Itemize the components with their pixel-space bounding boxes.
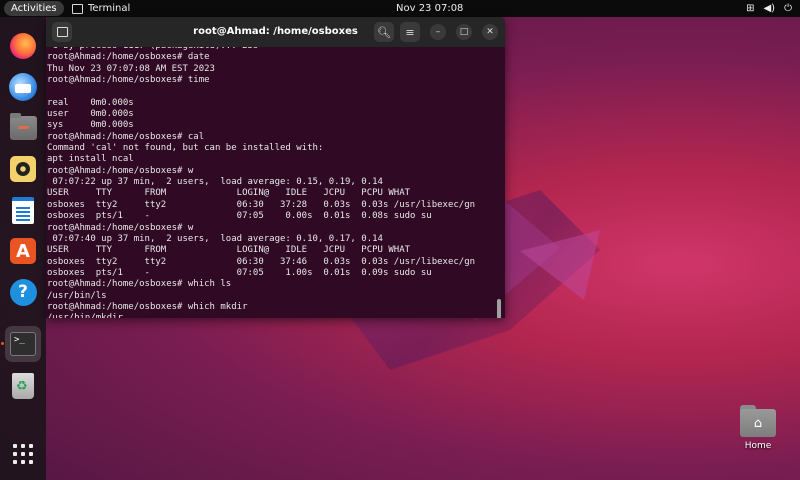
terminal-line: ^C by process 1117 (packagekitd)... 23s <box>47 47 258 51</box>
terminal-line: root@Ahmad:/home/osboxes# w <box>47 222 194 233</box>
terminal-line: sys 0m0.000s <box>47 120 134 131</box>
search-button[interactable]: 🔍︎ <box>374 22 394 42</box>
desktop-icon-label: Home <box>744 441 772 451</box>
dock-item-firefox[interactable] <box>5 28 41 64</box>
dock-item-terminal[interactable]: >_ <box>5 326 41 362</box>
firefox-icon <box>10 33 36 59</box>
terminal-output[interactable]: ^C by process 1117 (packagekitd)... 23s … <box>46 47 505 318</box>
terminal-line: osboxes tty2 tty2 06:30 37:46 0.03s 0.03… <box>47 256 476 267</box>
dock-item-writer[interactable] <box>5 192 41 228</box>
dock: A ? >_ <box>0 17 46 480</box>
terminal-line: /usr/bin/ls <box>47 290 107 301</box>
terminal-line: osboxes pts/1 - 07:05 1.00s 0.01s 0.09s … <box>47 267 432 278</box>
hamburger-icon: ≡ <box>405 25 415 39</box>
system-status-menu[interactable]: ⊞ ◀) ⏻ <box>746 0 792 17</box>
terminal-icon: >_ <box>10 332 36 356</box>
rhythmbox-icon <box>10 156 36 182</box>
app-menu[interactable]: Terminal <box>72 0 130 17</box>
search-icon: 🔍︎ <box>377 25 391 39</box>
terminal-line: 07:07:22 up 37 min, 2 users, load averag… <box>47 177 383 188</box>
terminal-line: Thu Nov 23 07:07:08 AM EST 2023 <box>47 63 215 74</box>
terminal-line: root@Ahmad:/home/osboxes# which mkdir <box>47 301 248 312</box>
menu-button[interactable]: ≡ <box>400 22 420 42</box>
terminal-line: root@Ahmad:/home/osboxes# time <box>47 75 210 86</box>
terminal-line: user 0m0.000s <box>47 109 134 120</box>
terminal-line: osboxes pts/1 - 07:05 0.00s 0.01s 0.08s … <box>47 211 432 222</box>
maximize-button[interactable]: □ <box>456 24 472 40</box>
terminal-titlebar[interactable]: root@Ahmad: /home/osboxes 🔍︎ ≡ – □ ✕ <box>46 17 505 47</box>
writer-icon <box>12 196 34 224</box>
files-icon <box>9 113 37 140</box>
minimize-icon: – <box>435 27 441 37</box>
activities-button[interactable]: Activities <box>4 1 64 16</box>
app-name: Terminal <box>88 3 131 14</box>
terminal-line: USER TTY FROM LOGIN@ IDLE JCPU PCPU WHAT <box>47 188 411 199</box>
terminal-line: root@Ahmad:/home/osboxes# w <box>47 165 194 176</box>
home-icon: ⌂ <box>753 416 763 431</box>
thunderbird-icon <box>9 73 37 101</box>
app-grid-icon <box>13 444 33 464</box>
dock-item-help[interactable]: ? <box>5 274 41 310</box>
dock-item-files[interactable] <box>5 110 41 146</box>
volume-icon: ◀) <box>763 3 776 14</box>
dock-item-app-center[interactable]: A <box>5 233 41 269</box>
terminal-text: ^C by process 1117 (packagekitd)... 23s … <box>47 47 475 318</box>
network-icon: ⊞ <box>746 3 755 14</box>
terminal-line: root@Ahmad:/home/osboxes# date <box>47 52 210 63</box>
dock-item-thunderbird[interactable] <box>5 69 41 105</box>
clock[interactable]: Nov 23 07:08 <box>396 0 463 17</box>
maximize-icon: □ <box>459 27 469 37</box>
running-indicator <box>1 342 4 345</box>
show-apps-button[interactable] <box>5 436 41 472</box>
terminal-line: apt install ncal <box>47 154 134 165</box>
help-icon: ? <box>9 278 37 306</box>
close-button[interactable]: ✕ <box>482 24 498 40</box>
scrollbar[interactable] <box>497 299 501 318</box>
terminal-icon <box>72 3 83 14</box>
terminal-window[interactable]: root@Ahmad: /home/osboxes 🔍︎ ≡ – □ ✕ ^C … <box>46 17 505 318</box>
desktop-home-folder[interactable]: ⌂ Home <box>734 405 782 451</box>
terminal-line: /usr/bin/mkdir <box>47 313 123 318</box>
terminal-line: 07:07:40 up 37 min, 2 users, load averag… <box>47 233 383 244</box>
terminal-line: real 0m0.000s <box>47 97 134 108</box>
terminal-line: Command 'cal' not found, but can be inst… <box>47 143 324 154</box>
top-bar: Activities Terminal Nov 23 07:08 ⊞ ◀) ⏻ <box>0 0 800 17</box>
dock-item-rhythmbox[interactable] <box>5 151 41 187</box>
folder-icon: ⌂ <box>740 405 776 437</box>
close-icon: ✕ <box>486 27 494 37</box>
terminal-line: osboxes tty2 tty2 06:30 37:28 0.03s 0.03… <box>47 199 476 210</box>
trash-icon <box>12 373 34 399</box>
terminal-line: USER TTY FROM LOGIN@ IDLE JCPU PCPU WHAT <box>47 245 411 256</box>
terminal-line: root@Ahmad:/home/osboxes# which ls <box>47 279 232 290</box>
power-icon: ⏻ <box>784 3 792 14</box>
app-center-icon: A <box>10 238 36 264</box>
terminal-line: root@Ahmad:/home/osboxes# cal <box>47 131 205 142</box>
dock-item-trash[interactable] <box>5 368 41 404</box>
minimize-button[interactable]: – <box>430 24 446 40</box>
